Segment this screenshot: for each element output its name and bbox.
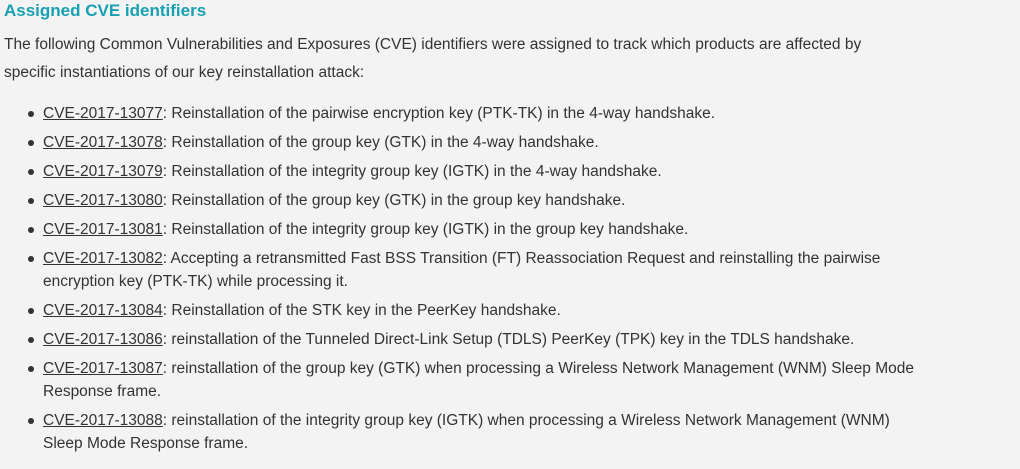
- list-item: CVE-2017-13079: Reinstallation of the in…: [28, 160, 923, 183]
- cve-link[interactable]: CVE-2017-13080: [43, 192, 163, 209]
- list-item: CVE-2017-13081: Reinstallation of the in…: [28, 218, 923, 241]
- bullet-icon: [28, 337, 34, 343]
- list-item: CVE-2017-13080: Reinstallation of the gr…: [28, 189, 923, 212]
- cve-description: : Reinstallation of the group key (GTK) …: [162, 192, 626, 209]
- bullet-icon: [28, 256, 34, 262]
- bullet-icon: [28, 111, 34, 117]
- list-item: CVE-2017-13082: Accepting a retransmitte…: [28, 247, 923, 293]
- cve-link[interactable]: CVE-2017-13081: [43, 221, 163, 238]
- cve-section: Assigned CVE identifiers The following C…: [0, 0, 1020, 455]
- section-heading: Assigned CVE identifiers: [4, 1, 207, 20]
- bullet-icon: [28, 366, 34, 372]
- cve-link[interactable]: CVE-2017-13077: [43, 105, 163, 122]
- cve-link[interactable]: CVE-2017-13078: [43, 134, 163, 151]
- cve-link[interactable]: CVE-2017-13082: [43, 250, 163, 267]
- cve-link[interactable]: CVE-2017-13087: [43, 360, 163, 377]
- list-item: CVE-2017-13077: Reinstallation of the pa…: [28, 102, 923, 125]
- bullet-icon: [28, 308, 34, 314]
- intro-paragraph: The following Common Vulnerabilities and…: [4, 36, 862, 81]
- cve-link[interactable]: CVE-2017-13084: [43, 302, 163, 319]
- list-item: CVE-2017-13086: reinstallation of the Tu…: [28, 328, 923, 351]
- bullet-icon: [28, 418, 34, 424]
- cve-description: : Reinstallation of the pairwise encrypt…: [162, 105, 716, 122]
- cve-description: : reinstallation of the Tunneled Direct-…: [162, 331, 855, 348]
- list-item: CVE-2017-13084: Reinstallation of the ST…: [28, 299, 923, 322]
- bullet-icon: [28, 169, 34, 175]
- list-item: CVE-2017-13078: Reinstallation of the gr…: [28, 131, 923, 154]
- cve-description: : Reinstallation of the integrity group …: [162, 163, 662, 180]
- cve-link[interactable]: CVE-2017-13086: [43, 331, 163, 348]
- cve-description: : reinstallation of the integrity group …: [43, 412, 890, 452]
- list-item: CVE-2017-13087: reinstallation of the gr…: [28, 357, 923, 403]
- cve-list: CVE-2017-13077: Reinstallation of the pa…: [4, 102, 923, 455]
- bullet-icon: [28, 140, 34, 146]
- cve-description: : Reinstallation of the group key (GTK) …: [162, 134, 599, 151]
- bullet-icon: [28, 198, 34, 204]
- cve-description: : Reinstallation of the STK key in the P…: [162, 302, 561, 319]
- cve-link[interactable]: CVE-2017-13088: [43, 412, 163, 429]
- bullet-icon: [28, 227, 34, 233]
- cve-link[interactable]: CVE-2017-13079: [43, 163, 163, 180]
- cve-description: : Reinstallation of the integrity group …: [162, 221, 689, 238]
- cve-description: : reinstallation of the group key (GTK) …: [43, 360, 914, 400]
- list-item: CVE-2017-13088: reinstallation of the in…: [28, 409, 923, 455]
- cve-description: : Accepting a retransmitted Fast BSS Tra…: [43, 250, 881, 290]
